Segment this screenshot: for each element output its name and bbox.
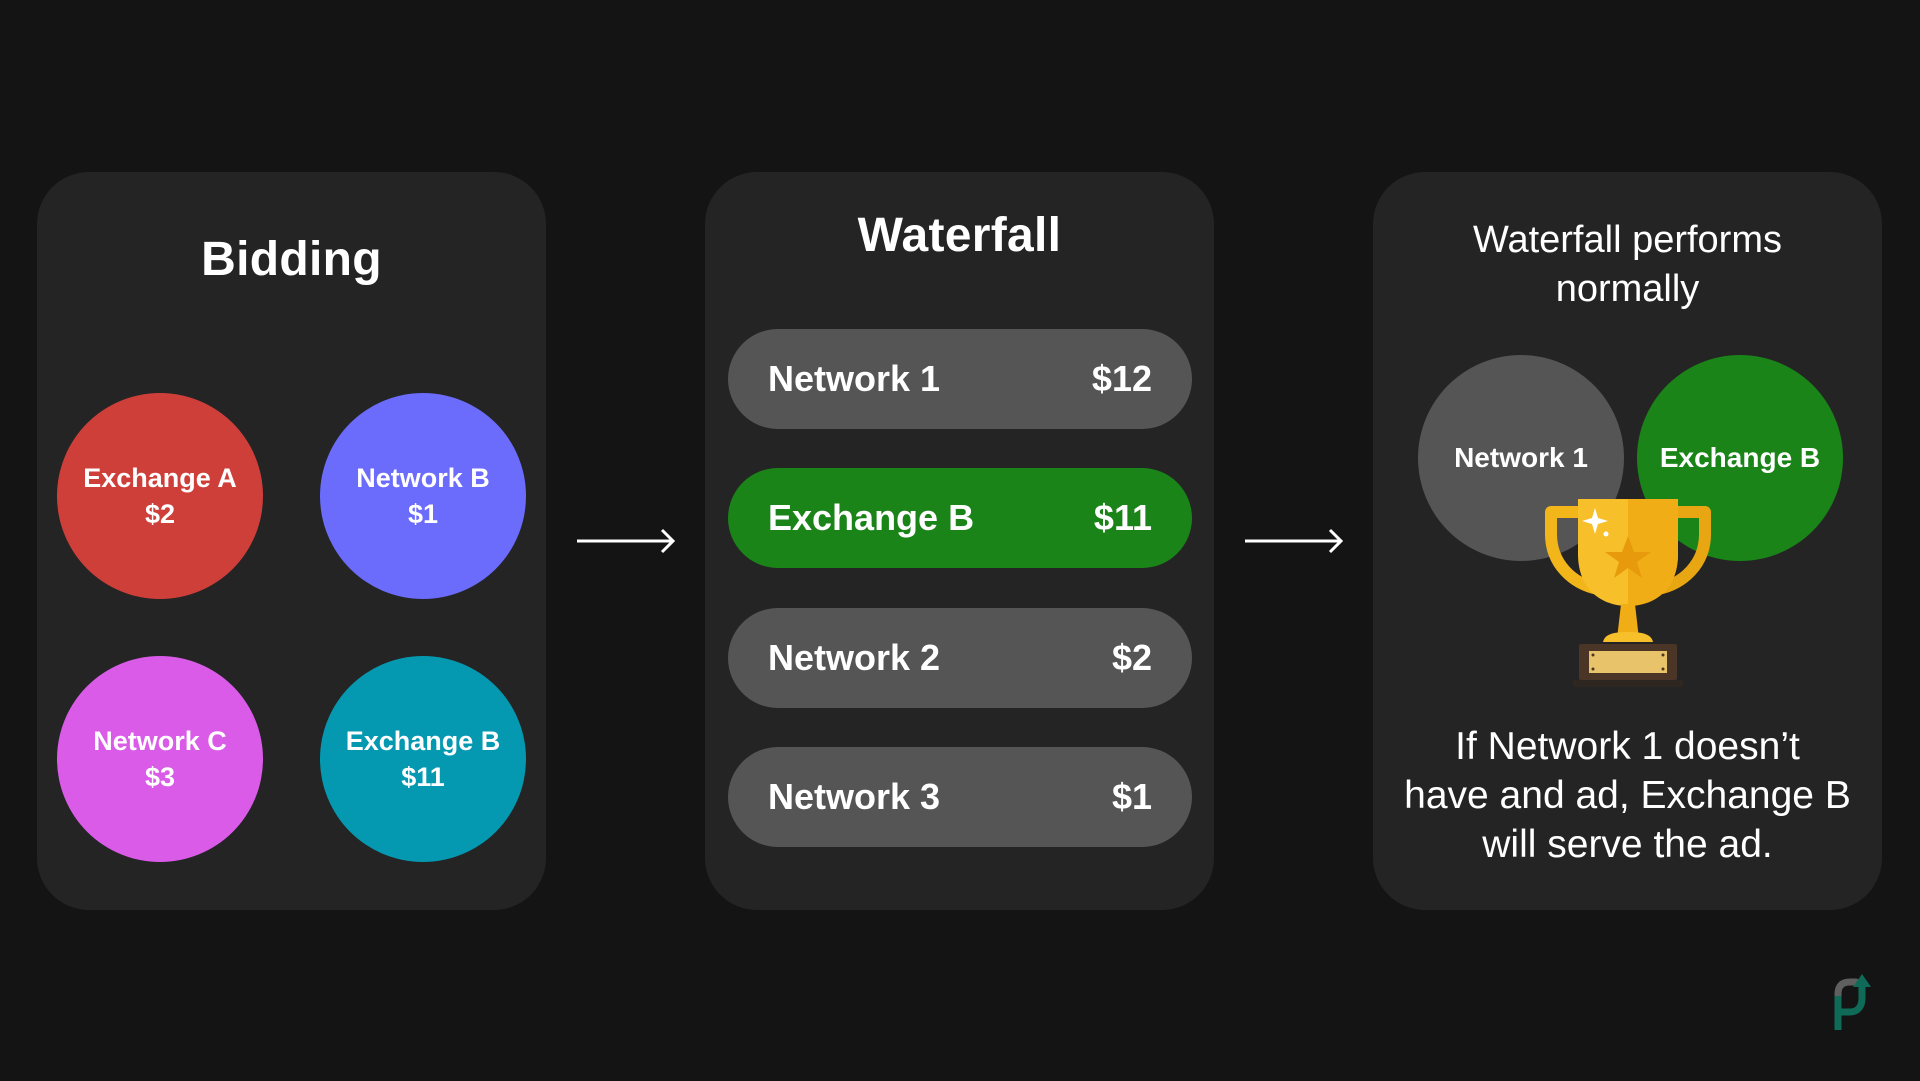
- bidder-name: Network C: [93, 726, 227, 756]
- result-card: Waterfall performs normally Network 1 Ex…: [1373, 172, 1882, 910]
- waterfall-row-network-1: Network 1 $12: [728, 329, 1192, 429]
- row-name: Network 3: [768, 776, 941, 817]
- result-title-line-1: Waterfall performs: [1473, 219, 1782, 261]
- bidder-name: Exchange B: [345, 726, 501, 756]
- result-title: Waterfall performs normally: [1373, 216, 1882, 314]
- waterfall-card: Waterfall Network 1 $12 Exchange B $11 N…: [705, 172, 1214, 910]
- result-body-line-2: have and ad, Exchange B: [1404, 774, 1851, 817]
- bidder-name: Network B: [356, 463, 490, 493]
- circle-label: Exchange B: [1659, 442, 1821, 473]
- bidder-exchange-b: Exchange B $11: [320, 656, 526, 862]
- row-price: $2: [1111, 637, 1152, 678]
- result-explanation: If Network 1 doesn’t have and ad, Exchan…: [1373, 722, 1882, 869]
- row-price: $11: [1093, 497, 1152, 538]
- brand-logo-icon: [1834, 974, 1871, 1030]
- row-name: Exchange B: [768, 497, 975, 538]
- circle-label: Network 1: [1454, 442, 1588, 473]
- waterfall-row-network-2: Network 2 $2: [728, 608, 1192, 708]
- bidder-network-c: Network C $3: [57, 656, 263, 862]
- bidder-price: $11: [401, 762, 445, 792]
- row-price: $12: [1091, 358, 1152, 399]
- bidder-network-b: Network B $1: [320, 393, 526, 599]
- waterfall-row-exchange-b: Exchange B $11: [728, 468, 1192, 568]
- result-title-line-2: normally: [1555, 268, 1700, 310]
- row-name: Network 1: [768, 358, 941, 399]
- bidding-card: Bidding Exchange A $2 Network B $1 Netwo…: [37, 172, 546, 910]
- row-price: $1: [1111, 776, 1152, 817]
- arrow-right-icon: [577, 528, 676, 554]
- bidder-price: $2: [144, 499, 176, 529]
- row-name: Network 2: [768, 637, 941, 678]
- waterfall-row-network-3: Network 3 $1: [728, 747, 1192, 847]
- result-body-line-1: If Network 1 doesn’t: [1455, 725, 1800, 768]
- bidder-price: $3: [144, 762, 176, 792]
- trophy-icon: [1545, 499, 1711, 687]
- arrow-right-icon: [1245, 528, 1344, 554]
- waterfall-title: Waterfall: [857, 209, 1062, 262]
- result-body-line-3: will serve the ad.: [1482, 823, 1773, 866]
- bidder-name: Exchange A: [83, 463, 237, 493]
- bidder-exchange-a: Exchange A $2: [57, 393, 263, 599]
- bidder-price: $1: [407, 499, 439, 529]
- bidding-title: Bidding: [201, 233, 382, 286]
